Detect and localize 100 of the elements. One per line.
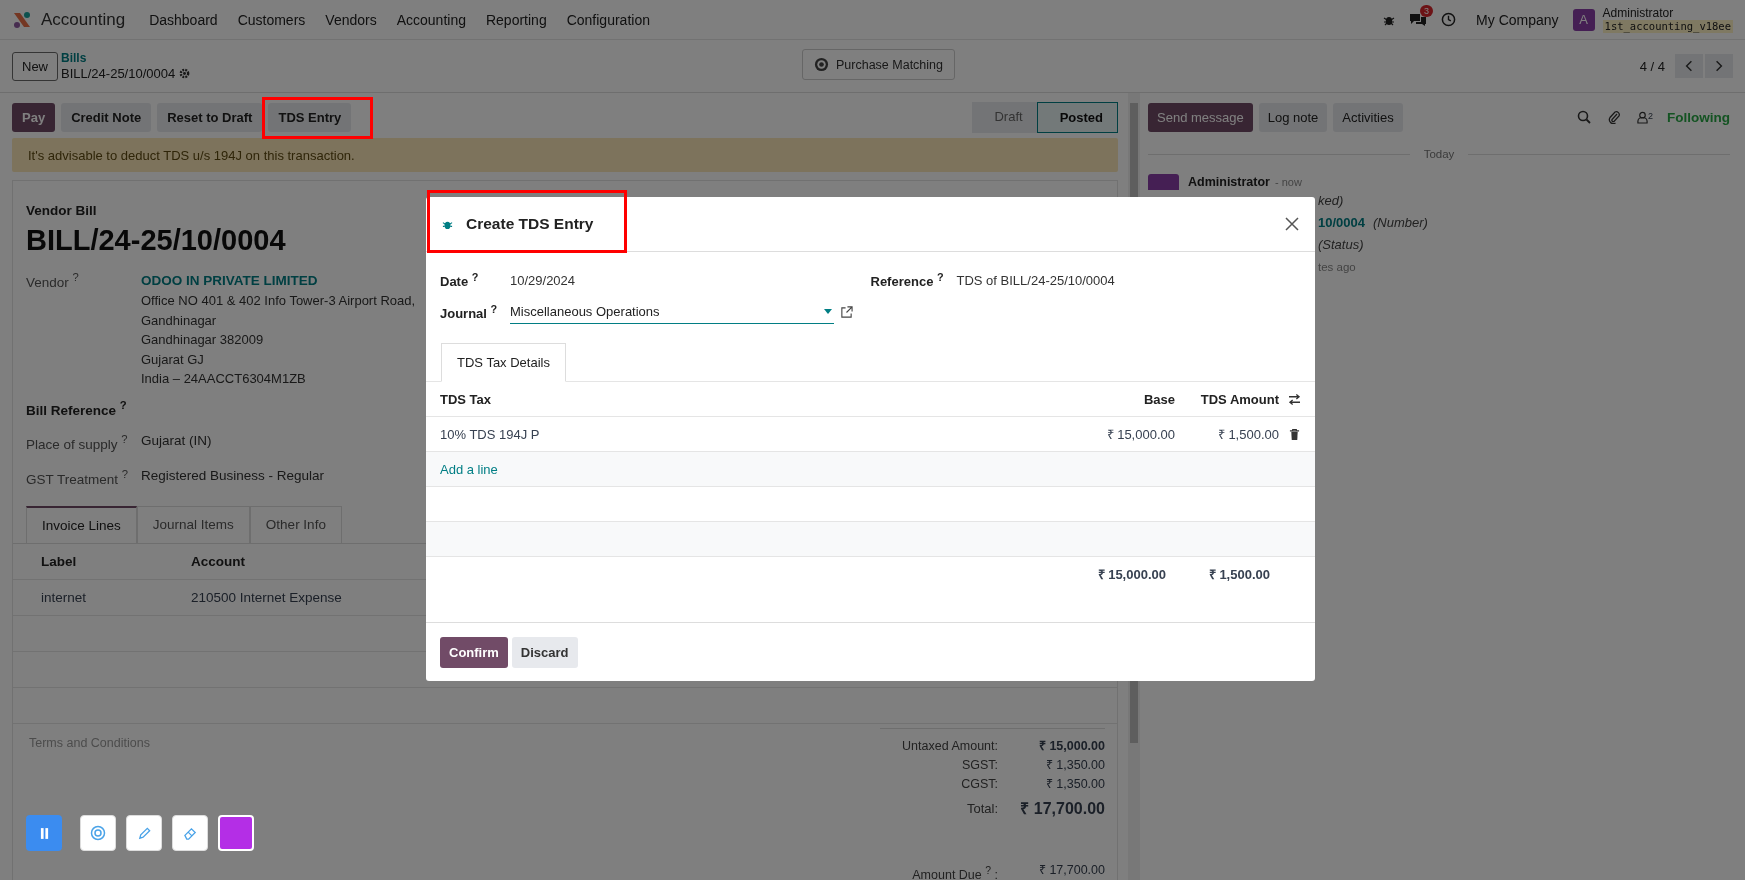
action-button[interactable]: Credit Note — [61, 102, 152, 132]
eraser-icon — [182, 825, 198, 841]
chatter-button[interactable]: Send message — [1148, 102, 1253, 132]
eraser-button[interactable] — [172, 815, 208, 851]
field-label: Reference $^{?}$ — [870, 270, 945, 290]
date-field[interactable]: 10/29/2024 — [510, 272, 576, 288]
tab[interactable]: TDS Tax Details — [441, 343, 566, 382]
pause-icon — [39, 827, 49, 839]
close-icon[interactable] — [1285, 217, 1299, 231]
chat-icon[interactable] — [1409, 12, 1428, 27]
reference-field[interactable]: TDS of BILL/24-25/10/0004 — [956, 272, 1115, 288]
company-switcher[interactable]: My Company — [1476, 11, 1559, 28]
follower-count: 2 — [1648, 110, 1653, 121]
status-step[interactable]: Posted — [1036, 101, 1118, 133]
person-icon[interactable] — [1637, 110, 1648, 124]
field-label: Date $^{?}$ — [440, 270, 480, 290]
message-text: tes ago — [1318, 260, 1356, 275]
field-label: Vendor $^{?}$ — [26, 271, 80, 292]
tab[interactable]: Journal Items — [136, 506, 250, 543]
total-label: SGST: — [961, 757, 998, 774]
action-button[interactable]: Reset to Draft — [157, 102, 263, 132]
menu-item[interactable]: Reporting — [475, 11, 557, 28]
alert-text: It's advisable to deduct TDS u/s 194J on this transaction. — [28, 147, 355, 163]
dialog-button[interactable]: Confirm — [440, 636, 508, 668]
menu-item[interactable]: Accounting — [386, 11, 476, 28]
table-cell: 210500 Internet Expense — [191, 590, 342, 605]
field-label: Place of supply $^{?}$ — [26, 433, 128, 452]
external-link-icon[interactable] — [840, 305, 853, 319]
dialog-button[interactable]: Discard — [511, 636, 578, 668]
tab[interactable]: Other Info — [249, 506, 342, 543]
add-line-link[interactable]: Add a line — [440, 461, 498, 477]
pencil-button[interactable] — [126, 815, 162, 851]
message-author: Administrator — [1188, 175, 1270, 189]
user-avatar[interactable]: A — [1572, 8, 1595, 31]
journal-select[interactable]: Miscellaneous Operations — [510, 300, 834, 324]
purchase-matching-button[interactable]: Purchase Matching — [802, 49, 955, 80]
column-settings-icon[interactable] — [1288, 393, 1301, 405]
pencil-icon — [136, 825, 152, 841]
status-step[interactable]: Draft — [972, 101, 1037, 133]
column-header[interactable]: Label — [41, 554, 191, 569]
total-value: ₹ 17,700.00 — [1037, 862, 1105, 879]
next-button[interactable] — [1705, 54, 1733, 78]
chevron-left-icon — [1685, 60, 1693, 72]
color-picker-button[interactable] — [218, 815, 254, 851]
target-icon — [90, 825, 106, 841]
total-value: ₹ 15,000.00 — [1037, 738, 1105, 755]
table-cell-text: ₹ 15,000.00 — [1105, 426, 1175, 443]
menu-item[interactable]: Configuration — [556, 11, 660, 28]
field-label: Bill Reference $^{?}$ — [26, 398, 127, 417]
author-avatar — [1148, 174, 1179, 190]
action-button[interactable]: Pay — [12, 102, 56, 132]
menu-item[interactable]: Customers — [227, 11, 316, 28]
total-value: ₹ 1,500.00 — [1207, 566, 1270, 583]
address-line: India – 24AACCT6304M1ZB — [141, 370, 306, 388]
chatter-button[interactable]: Log note — [1258, 102, 1328, 132]
field-value: Gujarat (IN) — [141, 433, 212, 450]
field-value: Registered Business - Regular — [141, 467, 325, 485]
message-text: (Number) — [1373, 214, 1428, 232]
clock-icon[interactable] — [1441, 12, 1457, 27]
settings-icon[interactable] — [179, 68, 191, 79]
dropdown-caret-icon — [824, 308, 832, 314]
new-button[interactable]: New — [12, 51, 58, 81]
column-header[interactable]: TDS Amount — [1175, 391, 1279, 407]
field-label: GST Treatment $^{?}$ — [26, 467, 129, 486]
address-line: Office NO 401 & 402 Info Tower-3 Airport Road, — [141, 292, 416, 310]
trash-icon[interactable] — [1288, 428, 1301, 440]
column-header[interactable]: Account — [191, 554, 245, 569]
column-header[interactable]: TDS Tax — [440, 391, 1055, 407]
app-name[interactable]: Accounting — [41, 9, 126, 30]
address-line: Gandhinagar 382009 — [141, 331, 264, 349]
tab[interactable]: Invoice Lines — [26, 506, 137, 543]
total-value: ₹ 1,350.00 — [1044, 757, 1105, 774]
notification-badge: 3 — [1420, 4, 1434, 17]
document-type: Vendor Bill — [26, 203, 98, 218]
field-label: Journal $^{?}$ — [440, 302, 499, 322]
address-line: Gandhinagar — [141, 311, 217, 330]
menu-item[interactable]: Dashboard — [139, 11, 228, 28]
action-button[interactable]: TDS Entry — [268, 102, 352, 132]
menu-item[interactable]: Vendors — [315, 11, 387, 28]
vendor-link[interactable]: ODOO IN PRIVATE LIMITED — [141, 273, 318, 288]
breadcrumb-link[interactable]: Bills — [61, 51, 191, 66]
total-value: ₹ 1,350.00 — [1044, 776, 1105, 793]
message-text: ked) — [1318, 192, 1344, 210]
record-name: BILL/24-25/10/0004 — [61, 66, 176, 81]
previous-button[interactable] — [1675, 54, 1703, 78]
target-icon — [814, 57, 829, 72]
paperclip-icon[interactable] — [1607, 110, 1621, 124]
column-header[interactable]: Base — [1055, 391, 1175, 407]
message-text: 10/0004 — [1318, 214, 1365, 232]
user-name: Administrator — [1602, 6, 1675, 20]
pause-button[interactable] — [26, 815, 62, 851]
app-logo-icon[interactable] — [12, 9, 32, 30]
search-icon[interactable] — [1577, 110, 1591, 124]
chatter-button[interactable]: Activities — [1333, 102, 1403, 132]
bill-number: BILL/24-25/10/0004 — [26, 224, 286, 257]
date-separator: Today — [1423, 148, 1455, 160]
spotlight-button[interactable] — [80, 815, 116, 851]
total-value: ₹ 17,700.00 — [1019, 799, 1105, 819]
table-cell-text: internet — [41, 590, 88, 605]
address-line: Gujarat GJ — [141, 350, 204, 369]
